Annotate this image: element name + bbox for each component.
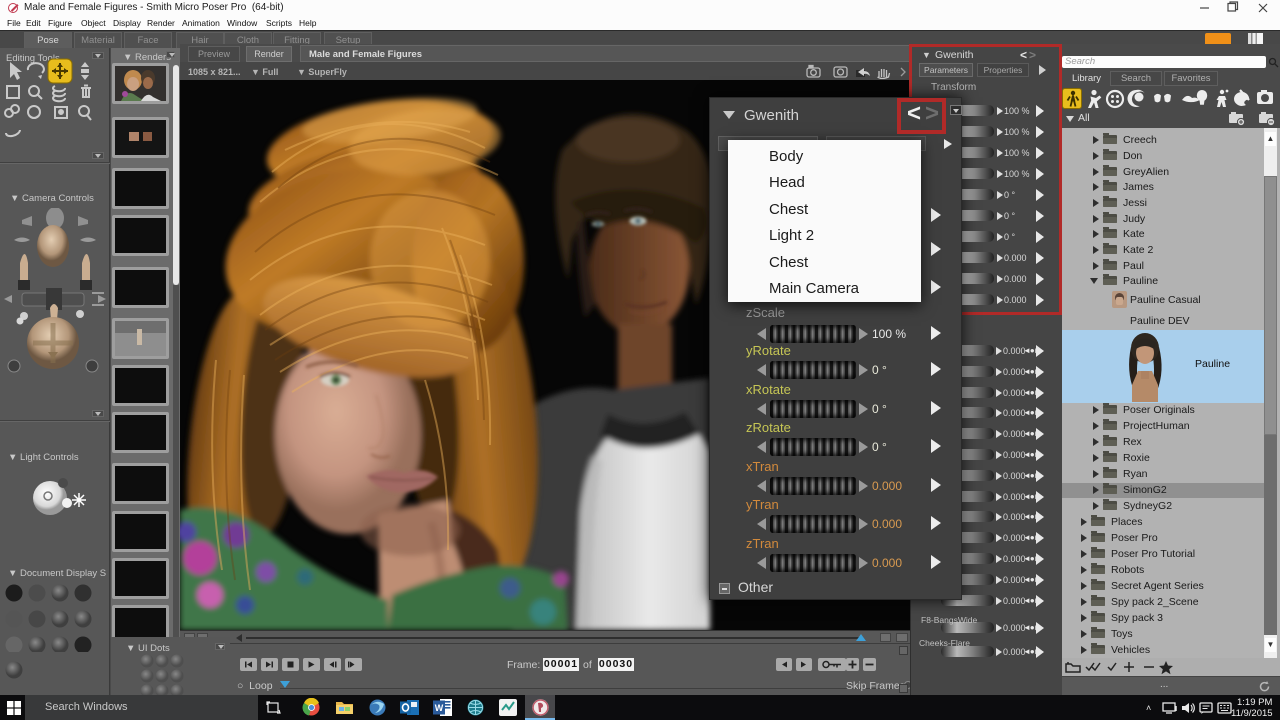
svg-text:W: W [435, 703, 444, 713]
